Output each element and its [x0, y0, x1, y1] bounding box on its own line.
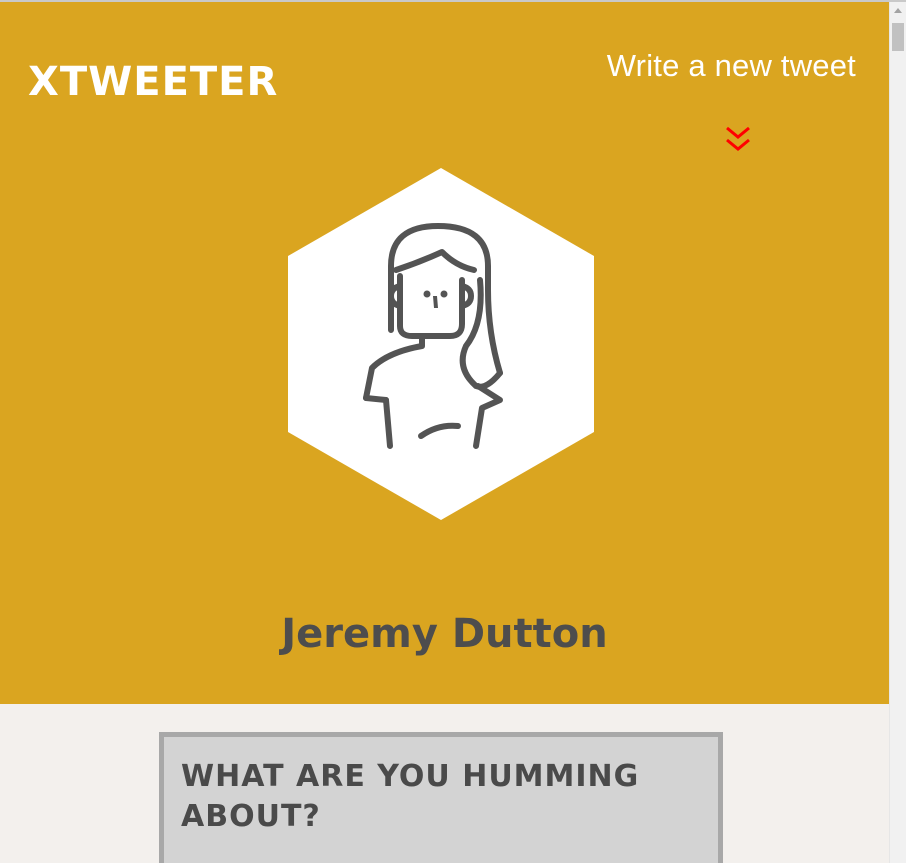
avatar-hexagon: [288, 168, 594, 520]
scroll-thumb[interactable]: [892, 23, 904, 51]
profile-name: Jeremy Dutton: [281, 611, 608, 657]
scroll-up-arrow-icon[interactable]: [894, 8, 902, 13]
compose-tweet-panel: What are you humming about?: [159, 732, 723, 863]
double-chevron-down-icon[interactable]: [725, 126, 751, 154]
page: xtweeter Write a new tweet: [0, 0, 906, 863]
user-avatar-icon: [288, 168, 594, 520]
app-logo[interactable]: xtweeter: [28, 62, 278, 102]
write-new-tweet-link[interactable]: Write a new tweet: [607, 50, 856, 81]
compose-title: What are you humming about?: [181, 759, 640, 834]
vertical-scrollbar[interactable]: [889, 2, 906, 863]
profile-header: xtweeter Write a new tweet: [0, 2, 889, 704]
